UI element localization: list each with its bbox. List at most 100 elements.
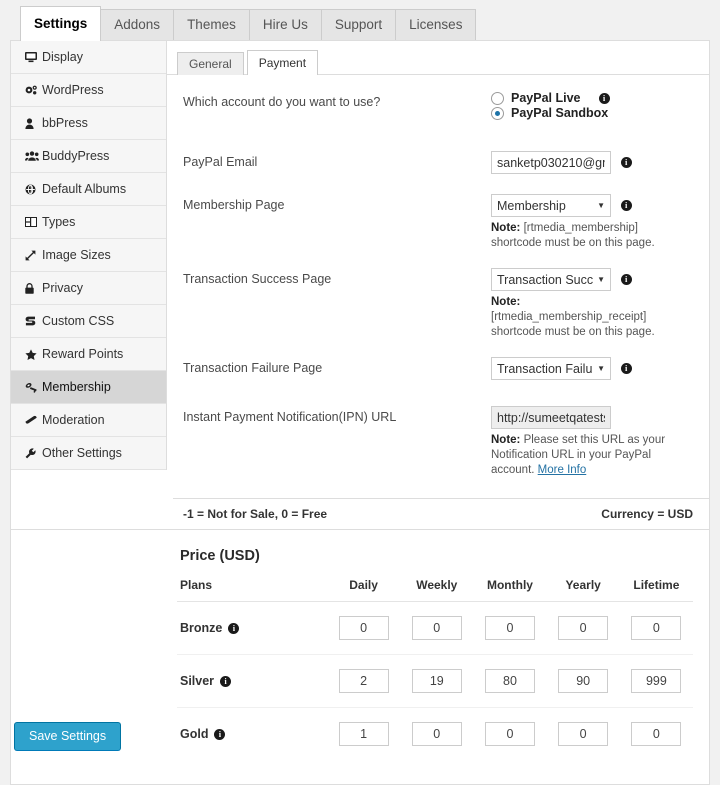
radio-row-paypal-sandbox: PayPal Sandbox [491, 106, 691, 120]
ipn-url-input[interactable] [491, 406, 611, 429]
payment-settings-form: Which account do you want to use? PayPal… [167, 75, 709, 492]
transaction-failure-page-select[interactable]: Transaction Failure ▼ [491, 357, 611, 380]
sidebar-item-reward-points[interactable]: Reward Points [11, 338, 166, 371]
info-icon-transaction-success-page[interactable]: i [620, 274, 632, 285]
field-transaction-failure-page: Transaction Failure Page Transaction Fai… [173, 357, 691, 380]
price-column-header-yearly: Yearly [546, 578, 620, 602]
sidebar-item-privacy[interactable]: Privacy [11, 272, 166, 305]
sidebar-item-buddypress[interactable]: BuddyPress [11, 140, 166, 173]
info-icon-membership-page[interactable]: i [620, 200, 632, 211]
info-icon-paypal-live[interactable]: i [598, 92, 610, 104]
price-input-silver-yearly[interactable] [558, 669, 609, 693]
plan-name-cell: Silver i [177, 654, 327, 708]
sidebar-item-label: Other Settings [42, 446, 122, 460]
sidebar-item-label: Moderation [42, 413, 105, 427]
save-settings-button[interactable]: Save Settings [14, 722, 122, 751]
sidebar-item-wordpress[interactable]: WordPress [11, 74, 166, 107]
tab-payment[interactable]: Payment [246, 50, 319, 75]
price-input-bronze-yearly[interactable] [558, 616, 609, 640]
top-tab-settings[interactable]: Settings [20, 6, 102, 41]
membership-page-select[interactable]: Membership ▼ [491, 194, 611, 217]
transaction-failure-page-control: Transaction Failure ▼ i [491, 357, 691, 380]
price-cell [400, 654, 474, 708]
wrench-icon [25, 447, 40, 459]
info-icon-plan-silver[interactable]: i [220, 676, 232, 688]
price-cell [473, 601, 547, 655]
price-section-title: Price (USD) [180, 548, 260, 564]
account-type-label: Which account do you want to use? [183, 95, 381, 109]
top-tab-addons[interactable]: Addons [100, 9, 175, 41]
ipn-url-label: Instant Payment Notification(IPN) URL [183, 410, 397, 424]
paypal-email-control: i [491, 151, 691, 174]
info-icon-transaction-failure-page[interactable]: i [620, 363, 632, 374]
radio-paypal-live[interactable] [491, 91, 504, 105]
sidebar-item-membership[interactable]: Membership [11, 371, 166, 404]
star-icon [25, 348, 40, 360]
sidebar-item-label: BuddyPress [42, 149, 110, 163]
info-icon-plan-bronze[interactable]: i [228, 623, 240, 635]
top-tab-support[interactable]: Support [320, 9, 397, 41]
price-cell [400, 601, 474, 655]
sidebar-item-display[interactable]: Display [11, 41, 166, 74]
info-icon-plan-gold[interactable]: i [214, 729, 226, 741]
more-info-link[interactable]: More Info [538, 464, 587, 476]
transaction-success-page-control: Transaction Success ▼ i Note: [rtmedia_m… [491, 268, 691, 340]
price-cell [619, 654, 693, 708]
paypal-email-input[interactable] [491, 151, 611, 174]
transaction-success-page-label: Transaction Success Page [183, 272, 332, 286]
sidebar-item-custom-css[interactable]: Custom CSS [11, 305, 166, 338]
sidebar-item-moderation[interactable]: Moderation [11, 404, 166, 437]
price-column-header-plans: Plans [177, 578, 327, 602]
sidebar-item-label: Privacy [42, 281, 83, 295]
price-cell [327, 708, 400, 761]
price-cell [473, 654, 547, 708]
plan-name-cell: Bronze i [177, 601, 327, 655]
price-input-bronze-weekly[interactable] [411, 616, 462, 640]
price-input-silver-daily[interactable] [338, 669, 389, 693]
radio-label-paypal-live[interactable]: PayPal Live [511, 91, 581, 105]
price-cell [546, 654, 620, 708]
price-input-silver-monthly[interactable] [484, 669, 535, 693]
radio-paypal-sandbox[interactable] [491, 106, 504, 120]
sidebar-item-label: Image Sizes [42, 248, 111, 262]
price-input-gold-weekly[interactable] [411, 722, 462, 746]
price-cell [473, 708, 546, 761]
plan-name: Bronze [180, 621, 223, 635]
account-type-options: PayPal Live i PayPal Sandbox [491, 91, 691, 121]
sidebar-item-types[interactable]: Types [11, 206, 166, 239]
price-input-bronze-monthly[interactable] [484, 616, 535, 640]
sidebar-item-bbpress[interactable]: bbPress [11, 107, 166, 140]
price-input-gold-monthly[interactable] [484, 722, 535, 746]
price-input-gold-yearly[interactable] [558, 722, 609, 746]
field-membership-page: Membership Page Membership ▼ i Note: [rt… [173, 194, 691, 251]
sidebar-item-label: Custom CSS [42, 314, 115, 328]
lock-icon [25, 282, 40, 294]
resize-arrows-icon [25, 250, 40, 261]
sidebar-item-label: Reward Points [42, 347, 124, 361]
sidebar-item-other-settings[interactable]: Other Settings [11, 437, 166, 470]
price-column-header-monthly: Monthly [473, 578, 547, 602]
price-input-gold-daily[interactable] [338, 722, 389, 746]
ipn-url-control: Note: Please set this URL as your Notifi… [491, 406, 691, 478]
top-tab-hire-us[interactable]: Hire Us [248, 9, 322, 41]
price-input-bronze-daily[interactable] [338, 616, 389, 640]
top-tab-licenses[interactable]: Licenses [395, 9, 477, 41]
top-tab-themes[interactable]: Themes [173, 9, 250, 41]
tab-general[interactable]: General [177, 52, 244, 75]
price-legend-bar: -1 = Not for Sale, 0 = Free Currency = U… [173, 498, 709, 529]
sidebar-item-default-albums[interactable]: Default Albums [11, 173, 166, 206]
info-icon-paypal-email[interactable]: i [620, 157, 632, 168]
top-tab-list: Settings Addons Themes Hire Us Support Licens… [20, 0, 720, 41]
radio-label-paypal-sandbox[interactable]: PayPal Sandbox [511, 106, 608, 120]
membership-link-icon [25, 382, 40, 393]
transaction-success-page-selected-value: Transaction Success [497, 272, 594, 287]
price-input-gold-lifetime[interactable] [631, 722, 682, 746]
transaction-success-page-select[interactable]: Transaction Success ▼ [491, 268, 611, 291]
price-input-bronze-lifetime[interactable] [631, 616, 682, 640]
chevron-down-icon: ▼ [597, 363, 605, 373]
radio-row-paypal-live: PayPal Live i [491, 91, 691, 105]
sidebar-item-image-sizes[interactable]: Image Sizes [11, 239, 166, 272]
price-input-silver-lifetime[interactable] [631, 669, 682, 693]
settings-sidebar: Display WordPress bbPress BuddyPress Default… [11, 41, 167, 470]
price-input-silver-weekly[interactable] [411, 669, 462, 693]
